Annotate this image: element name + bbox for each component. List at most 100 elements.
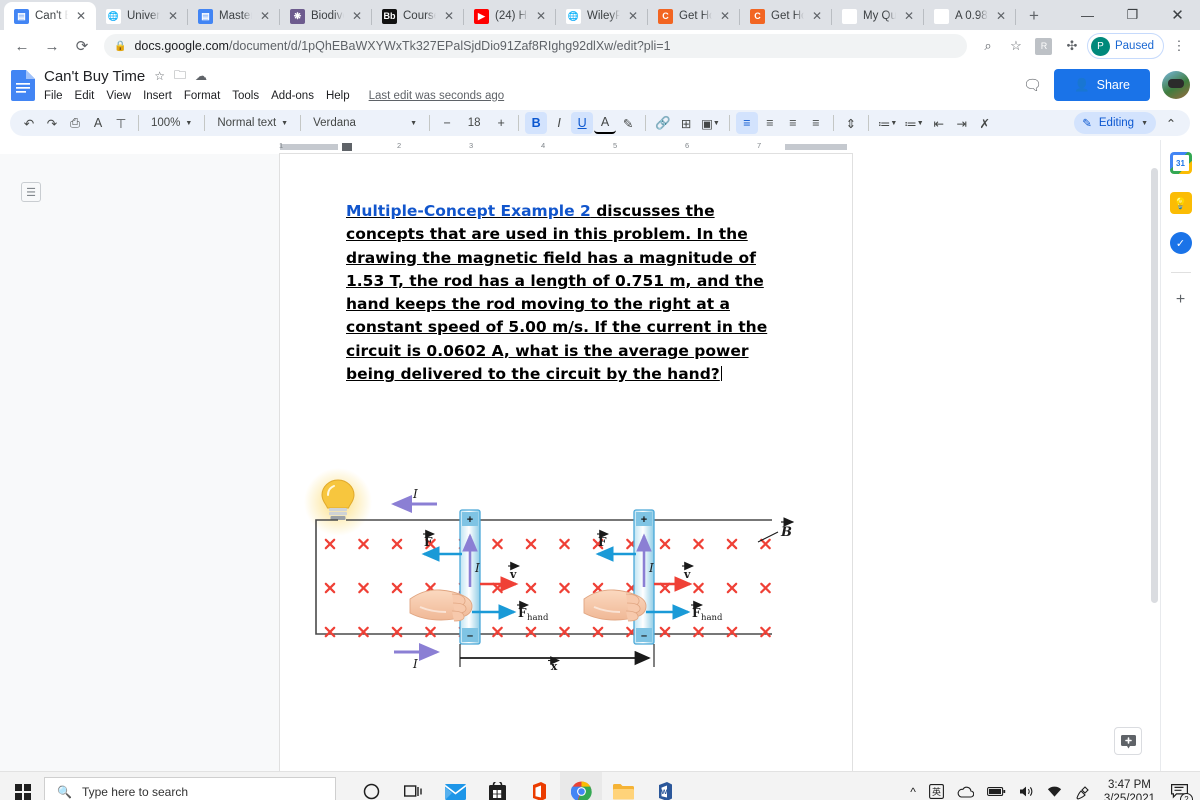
last-edit-status[interactable]: Last edit was seconds ago [369,90,505,102]
close-icon[interactable]: ✕ [166,10,180,22]
bookmark-star-icon[interactable]: ☆ [1003,33,1029,59]
align-center-button[interactable]: ≡ [759,112,781,134]
menu-view[interactable]: View [106,90,131,102]
account-avatar[interactable] [1162,71,1190,99]
calendar-icon[interactable] [1169,152,1192,174]
reload-icon[interactable]: ⟳ [68,32,96,60]
print-icon[interactable]: ⎙ [64,112,86,134]
browser-menu-icon[interactable]: ⋮ [1166,33,1192,59]
browser-tab[interactable]: b My Que ✕ [832,2,924,30]
extension-badge-icon[interactable]: R [1031,33,1057,59]
extensions-icon[interactable]: ✣ [1059,33,1085,59]
task-view-icon[interactable] [392,772,434,800]
decrease-indent-icon[interactable]: ⇤ [928,112,950,134]
forward-icon[interactable]: → [38,32,66,60]
align-right-button[interactable]: ≡ [782,112,804,134]
bold-button[interactable]: B [525,112,548,134]
collapse-toolbar-icon[interactable]: ⌃ [1160,112,1182,134]
document-link[interactable]: Multiple-Concept Example 2 [346,202,591,220]
close-icon[interactable]: ✕ [74,10,88,22]
document-page[interactable]: Multiple-Concept Example 2 discusses the… [280,154,852,771]
wifi-icon[interactable] [1047,786,1062,798]
chrome-icon[interactable] [560,771,602,800]
menu-edit[interactable]: Edit [75,90,95,102]
paragraph-style-select[interactable]: Normal text ▼ [211,112,294,134]
font-size-decrease-button[interactable]: − [436,112,458,134]
insert-link-icon[interactable]: 🔗 [652,112,674,134]
cortana-icon[interactable] [350,772,392,800]
close-icon[interactable]: ✕ [258,10,272,22]
file-explorer-icon[interactable] [602,772,644,800]
browser-tab[interactable]: ▤ Can't B ✕ [4,2,96,30]
battery-icon[interactable] [986,786,1006,797]
font-size-input[interactable]: 18 [460,117,488,129]
line-spacing-icon[interactable]: ⇕ [840,112,862,134]
volume-icon[interactable] [1019,785,1034,798]
docs-logo-icon[interactable] [10,69,36,102]
notification-icon[interactable]: 2 [1168,781,1193,800]
browser-tab[interactable]: ▶ (24) Ho ✕ [464,2,556,30]
bulleted-list-icon[interactable]: ≔ ▼ [901,112,926,134]
back-icon[interactable]: ← [8,32,36,60]
close-window-button[interactable]: ✕ [1155,0,1200,30]
onedrive-icon[interactable] [957,786,974,798]
menu-addons[interactable]: Add-ons [271,90,314,102]
document-scrollbar[interactable] [1149,154,1160,771]
font-select[interactable]: Verdana ▼ [307,112,423,134]
address-bar[interactable]: 🔒 docs.google.com/document/d/1pQhEBaWXYW… [104,34,967,58]
document-body-text[interactable]: Multiple-Concept Example 2 discusses the… [346,200,791,386]
maximize-button[interactable]: ❐ [1110,0,1155,30]
close-icon[interactable]: ✕ [350,10,364,22]
underline-button[interactable]: U [571,112,594,134]
clear-format-icon[interactable]: ⊤ [110,112,132,134]
editing-mode-button[interactable]: ✎ Editing ▼ [1074,112,1156,134]
browser-tab[interactable]: Bb Course ✕ [372,2,464,30]
menu-file[interactable]: File [44,90,63,102]
browser-tab[interactable]: ❋ Biodive ✕ [280,2,372,30]
move-to-folder-icon[interactable]: 🗀 [174,66,186,87]
rod-on-rails-magnetic-field-diagram[interactable]: B I I + – I F v F hand + – I F v F hand … [302,462,812,673]
pen-icon[interactable] [1075,784,1091,800]
horizontal-ruler[interactable]: 1 2 3 4 5 6 7 [0,140,1200,154]
zoom-icon[interactable]: ⌕ [975,33,1001,59]
minimize-button[interactable]: — [1065,0,1110,30]
keep-icon[interactable]: 💡 [1169,192,1192,214]
browser-tab[interactable]: ▤ Master ✕ [188,2,280,30]
close-icon[interactable]: ✕ [442,10,456,22]
menu-help[interactable]: Help [326,90,350,102]
align-left-button[interactable]: ≡ [735,112,758,134]
italic-button[interactable]: I [548,112,570,134]
browser-tab[interactable]: C Get Ho ✕ [648,2,740,30]
align-justify-button[interactable]: ≡ [805,112,827,134]
ime-icon[interactable]: 英 [928,784,944,799]
highlight-color-button[interactable]: ✎ [617,112,639,134]
comment-history-icon[interactable]: 🗨 [1023,76,1042,94]
browser-tab[interactable]: G A 0.98- ✕ [924,2,1016,30]
menu-tools[interactable]: Tools [232,90,259,102]
close-icon[interactable]: ✕ [718,10,732,22]
zoom-select[interactable]: 100% ▼ [145,112,198,134]
office-icon[interactable] [518,772,560,800]
profile-button[interactable]: P Paused [1086,33,1164,59]
add-comment-icon[interactable]: ⊞ [675,112,697,134]
page-title[interactable]: Can't Buy Time [44,68,145,85]
explore-icon[interactable] [1114,727,1142,755]
outline-icon[interactable]: ☰ [21,182,41,202]
star-icon[interactable]: ☆ [154,69,165,83]
clear-formatting-icon[interactable]: ✗ [974,112,996,134]
redo-icon[interactable]: ↷ [41,112,63,134]
clock[interactable]: 3:47 PM 3/25/2021 [1104,778,1155,800]
close-icon[interactable]: ✕ [994,10,1008,22]
menu-format[interactable]: Format [184,90,220,102]
browser-tab[interactable]: 🌐 Univers ✕ [96,2,188,30]
menu-insert[interactable]: Insert [143,90,172,102]
close-icon[interactable]: ✕ [534,10,548,22]
numbered-list-icon[interactable]: ≔ ▼ [875,112,900,134]
insert-image-icon[interactable]: ▣ ▼ [698,112,723,134]
word-icon[interactable]: W [644,772,686,800]
tray-overflow-icon[interactable]: ^ [910,785,916,799]
font-size-increase-button[interactable]: + [490,112,512,134]
store-icon[interactable] [476,772,518,800]
indent-marker[interactable] [342,143,352,151]
add-app-icon[interactable]: + [1176,291,1185,309]
